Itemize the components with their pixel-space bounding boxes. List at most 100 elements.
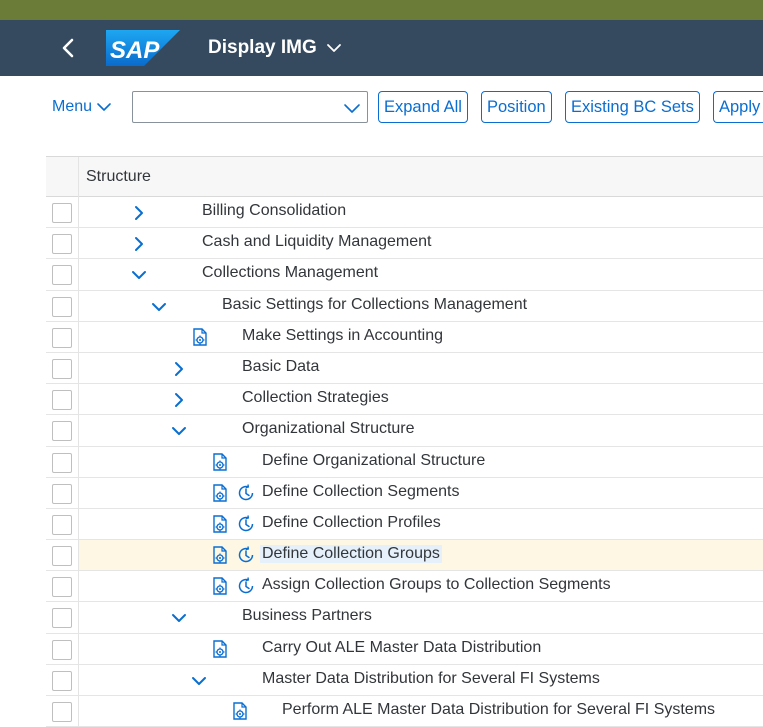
row-select-cell bbox=[46, 696, 79, 727]
chevron-down-icon bbox=[97, 103, 111, 111]
chevron-right-icon[interactable] bbox=[130, 235, 148, 253]
row-checkbox[interactable] bbox=[52, 670, 72, 691]
row-select-cell bbox=[46, 446, 79, 477]
execute-icon[interactable] bbox=[210, 545, 230, 565]
expand-all-button[interactable]: Expand All bbox=[378, 91, 468, 123]
chevron-left-icon bbox=[62, 38, 74, 58]
tree-row[interactable]: Collections Management bbox=[46, 259, 763, 291]
row-select-cell bbox=[46, 321, 79, 352]
chevron-down-icon[interactable] bbox=[130, 266, 148, 284]
tree-node-label: Business Partners bbox=[242, 607, 372, 625]
row-checkbox[interactable] bbox=[52, 421, 72, 442]
position-button[interactable]: Position bbox=[481, 91, 552, 123]
tree-row[interactable]: Basic Settings for Collections Managemen… bbox=[46, 290, 763, 322]
tree-row[interactable]: Perform ALE Master Data Distribution for… bbox=[46, 696, 763, 727]
row-select-cell bbox=[46, 571, 79, 602]
tree-node-label: Perform ALE Master Data Distribution for… bbox=[282, 701, 716, 718]
row-checkbox[interactable] bbox=[52, 577, 72, 598]
row-checkbox[interactable] bbox=[52, 608, 72, 629]
chevron-down-icon[interactable] bbox=[343, 101, 361, 115]
chevron-right-icon[interactable] bbox=[170, 391, 188, 409]
chevron-down-icon bbox=[326, 44, 341, 52]
row-checkbox[interactable] bbox=[52, 514, 72, 535]
row-checkbox[interactable] bbox=[52, 639, 72, 660]
tree-row[interactable]: Carry Out ALE Master Data Distribution bbox=[46, 633, 763, 665]
row-checkbox[interactable] bbox=[52, 483, 72, 504]
table-body: Billing Consolidation Cash and Liquidity … bbox=[46, 197, 763, 727]
chevron-down-icon[interactable] bbox=[150, 298, 168, 316]
execute-icon[interactable] bbox=[230, 701, 250, 721]
row-select-cell bbox=[46, 197, 79, 228]
app-title: Display IMG bbox=[208, 37, 317, 58]
row-checkbox[interactable] bbox=[52, 390, 72, 411]
tree-row[interactable]: Define Collection Segments bbox=[46, 477, 763, 509]
tree-row[interactable]: Collection Strategies bbox=[46, 384, 763, 416]
row-select-cell bbox=[46, 352, 79, 384]
img-structure-table: Structure Billing Consolidation Cash and … bbox=[46, 156, 763, 727]
tree-node-label: Basic Settings for Collections Managemen… bbox=[222, 295, 528, 313]
execute-icon[interactable] bbox=[190, 327, 210, 347]
chevron-right-icon[interactable] bbox=[130, 204, 148, 222]
row-checkbox[interactable] bbox=[52, 234, 72, 255]
select-all-cell[interactable] bbox=[46, 157, 79, 197]
execute-icon[interactable] bbox=[210, 452, 230, 472]
execute-icon[interactable] bbox=[210, 514, 230, 534]
back-button[interactable] bbox=[56, 34, 82, 62]
chevron-down-icon[interactable] bbox=[170, 609, 188, 627]
chevron-right-icon[interactable] bbox=[170, 360, 188, 378]
chevron-down-icon[interactable] bbox=[190, 672, 208, 690]
structure-column-header: Structure bbox=[86, 168, 151, 185]
tree-row[interactable]: Cash and Liquidity Management bbox=[46, 228, 763, 260]
tree-node-label: Cash and Liquidity Management bbox=[202, 233, 432, 251]
sap-logo-text: SAP bbox=[110, 37, 160, 64]
row-select-cell bbox=[46, 290, 79, 321]
tree-row[interactable]: Define Collection Groups bbox=[46, 540, 763, 572]
tree-node-label: Collections Management bbox=[202, 264, 379, 282]
existing-bc-sets-button[interactable]: Existing BC Sets bbox=[565, 91, 700, 123]
row-checkbox[interactable] bbox=[52, 546, 72, 567]
apply-button[interactable]: Apply bbox=[713, 91, 763, 123]
row-select-cell bbox=[46, 508, 79, 540]
tree-row[interactable]: Basic Data bbox=[46, 352, 763, 385]
row-select-cell bbox=[46, 602, 79, 633]
tree-node-label: Define Collection Profiles bbox=[262, 513, 441, 531]
clock-icon[interactable] bbox=[236, 483, 256, 503]
row-select-cell bbox=[46, 259, 79, 290]
execute-icon[interactable] bbox=[210, 576, 230, 596]
row-checkbox[interactable] bbox=[52, 203, 72, 223]
row-checkbox[interactable] bbox=[52, 702, 72, 722]
execute-icon[interactable] bbox=[210, 483, 230, 503]
tree-row[interactable]: Organizational Structure bbox=[46, 415, 763, 447]
shell-bar: SAP Display IMG bbox=[0, 20, 763, 76]
tree-row[interactable]: Master Data Distribution for Several FI … bbox=[46, 664, 763, 696]
row-checkbox[interactable] bbox=[52, 358, 72, 379]
tree-row[interactable]: Billing Consolidation bbox=[46, 197, 763, 229]
transaction-combobox[interactable] bbox=[132, 91, 368, 123]
row-checkbox[interactable] bbox=[52, 452, 72, 473]
tree-node-label: Billing Consolidation bbox=[202, 202, 347, 219]
tree-node-label: Define Organizational Structure bbox=[262, 451, 486, 469]
tree-node-label: Master Data Distribution for Several FI … bbox=[262, 669, 600, 687]
table-header: Structure bbox=[46, 156, 763, 197]
chevron-down-icon[interactable] bbox=[170, 422, 188, 440]
row-select-cell bbox=[46, 477, 79, 508]
row-select-cell bbox=[46, 415, 79, 446]
tree-row[interactable]: Make Settings in Accounting bbox=[46, 321, 763, 353]
tree-row[interactable]: Assign Collection Groups to Collection S… bbox=[46, 571, 763, 603]
tree-row[interactable]: Define Collection Profiles bbox=[46, 508, 763, 541]
row-checkbox[interactable] bbox=[52, 296, 72, 317]
clock-icon[interactable] bbox=[236, 576, 256, 596]
clock-icon[interactable] bbox=[236, 545, 256, 565]
clock-icon[interactable] bbox=[236, 514, 256, 534]
menu-button[interactable]: Menu bbox=[52, 96, 112, 118]
tree-node-label: Define Collection Segments bbox=[262, 482, 460, 500]
row-select-cell bbox=[46, 664, 79, 695]
app-title-menu[interactable]: Display IMG bbox=[208, 36, 342, 60]
row-select-cell bbox=[46, 540, 79, 571]
tree-row[interactable]: Define Organizational Structure bbox=[46, 446, 763, 478]
row-checkbox[interactable] bbox=[52, 327, 72, 348]
execute-icon[interactable] bbox=[210, 639, 230, 659]
tree-node-label: Assign Collection Groups to Collection S… bbox=[262, 576, 611, 594]
tree-row[interactable]: Business Partners bbox=[46, 602, 763, 634]
row-checkbox[interactable] bbox=[52, 265, 72, 286]
